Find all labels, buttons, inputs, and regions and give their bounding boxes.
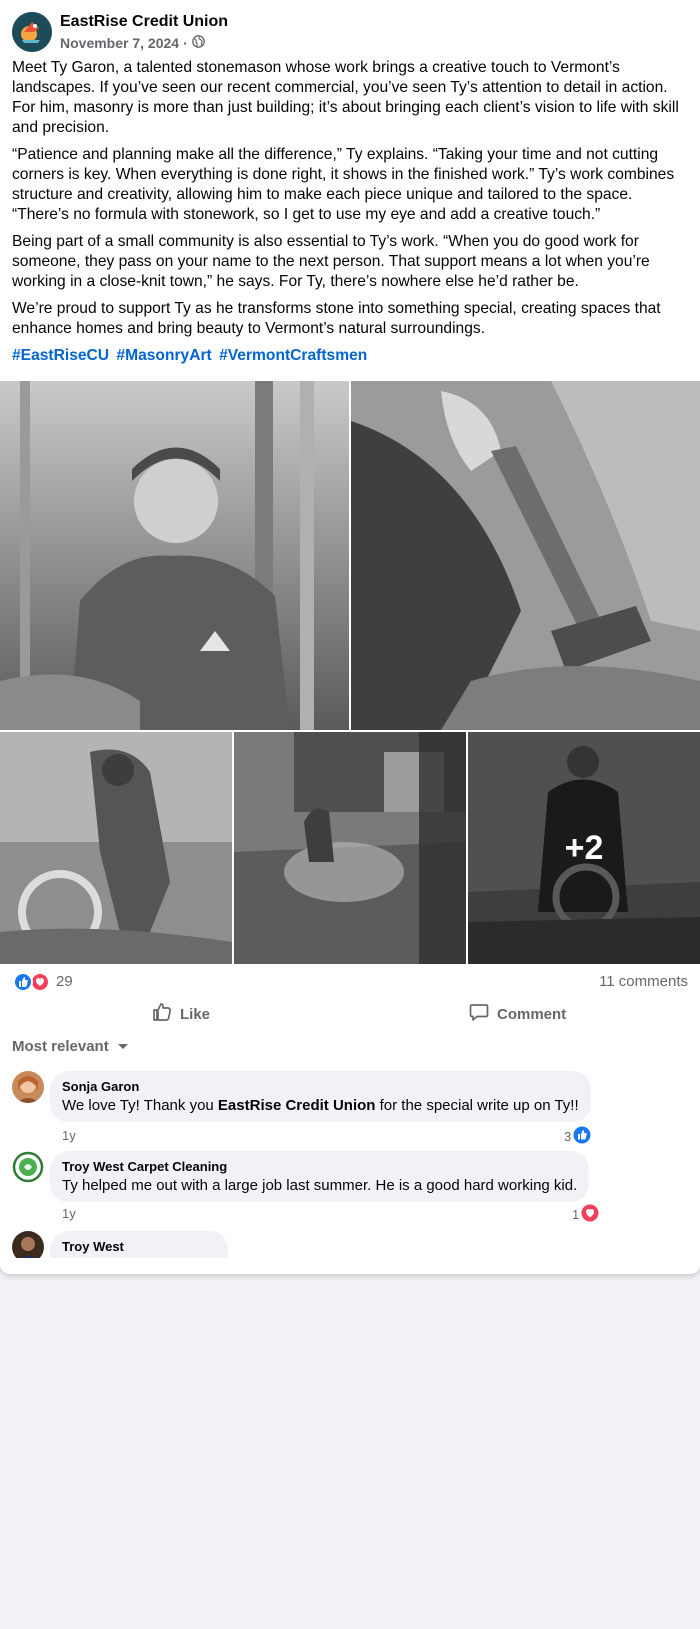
hashtag-link[interactable]: #VermontCraftsmen bbox=[219, 347, 367, 364]
like-icon bbox=[152, 1002, 180, 1026]
commenter-name[interactable]: Troy West Carpet Cleaning bbox=[62, 1159, 577, 1174]
card-bottom-edge bbox=[0, 1258, 700, 1274]
photo-portrait[interactable] bbox=[0, 381, 349, 730]
comment-text-part: for the special write up on Ty!! bbox=[375, 1097, 579, 1114]
post-paragraph: Meet Ty Garon, a talented stonemason who… bbox=[12, 59, 679, 136]
comment-reactions[interactable]: 3 bbox=[564, 1126, 591, 1147]
commenter-name[interactable]: Sonja Garon bbox=[62, 1079, 579, 1094]
comment-item: Troy West Carpet Cleaning Ty helped me o… bbox=[12, 1151, 692, 1223]
hashtag-link[interactable]: #MasonryArt bbox=[116, 347, 211, 364]
comment-item: Sonja Garon We love Ty! Thank you EastRi… bbox=[12, 1071, 692, 1144]
hashtag-link[interactable]: #EastRiseCU bbox=[12, 347, 109, 364]
comments-filter[interactable]: Most relevant bbox=[12, 1038, 129, 1055]
post-body: Meet Ty Garon, a talented stonemason who… bbox=[12, 58, 692, 373]
hashtags: #EastRiseCU #MasonryArt #VermontCraftsme… bbox=[12, 346, 692, 366]
comment-reaction-count: 1 bbox=[572, 1207, 580, 1222]
comment-text-part: We love Ty! Thank you bbox=[62, 1097, 218, 1114]
avatar[interactable] bbox=[12, 1151, 44, 1183]
post-paragraph: Being part of a small community is also … bbox=[12, 233, 650, 290]
avatar[interactable] bbox=[12, 1071, 44, 1103]
comment-icon bbox=[469, 1002, 497, 1026]
commenter-name[interactable]: Troy West bbox=[62, 1239, 216, 1254]
photo-worksite[interactable] bbox=[234, 732, 466, 964]
meta-separator: · bbox=[183, 35, 188, 51]
post-card: EastRise Credit Union November 7, 2024 ·… bbox=[0, 0, 700, 1274]
action-bar: Like Comment bbox=[0, 1000, 700, 1028]
caret-down-icon bbox=[109, 1038, 129, 1055]
like-button[interactable]: Like bbox=[152, 1000, 210, 1028]
comment-text: Ty helped me out with a large job last s… bbox=[62, 1177, 578, 1194]
page-avatar[interactable] bbox=[12, 12, 52, 52]
mention-link[interactable]: EastRise Credit Union bbox=[218, 1097, 376, 1114]
more-photos-count[interactable]: +2 bbox=[468, 732, 700, 964]
page-name[interactable]: EastRise Credit Union bbox=[60, 13, 228, 31]
like-icon bbox=[571, 1126, 591, 1147]
photo-cutting[interactable] bbox=[0, 732, 232, 964]
comment-button[interactable]: Comment bbox=[469, 1000, 566, 1028]
comment-bubble: Troy West Carpet Cleaning Ty helped me o… bbox=[50, 1151, 590, 1202]
comment-time[interactable]: 1y bbox=[62, 1128, 76, 1143]
reactions-bar: 29 11 comments bbox=[12, 970, 688, 994]
comments-filter-label: Most relevant bbox=[12, 1038, 109, 1055]
comment-text: We love Ty! Thank you EastRise Credit Un… bbox=[62, 1097, 579, 1114]
post-date[interactable]: November 7, 2024 bbox=[60, 35, 179, 51]
love-icon bbox=[579, 1204, 599, 1225]
globe-icon bbox=[191, 35, 205, 51]
post-header: EastRise Credit Union November 7, 2024 · bbox=[12, 12, 692, 54]
like-label: Like bbox=[180, 1005, 211, 1023]
comment-bubble: Sonja Garon We love Ty! Thank you EastRi… bbox=[50, 1071, 591, 1122]
photo-grid: +2 bbox=[0, 381, 700, 964]
reaction-count[interactable]: 29 bbox=[56, 973, 73, 990]
comment-reactions[interactable]: 1 bbox=[572, 1204, 599, 1225]
comment-reaction-count: 3 bbox=[564, 1129, 572, 1144]
post-paragraph: We’re proud to support Ty as he transfor… bbox=[12, 300, 661, 337]
post-paragraph: “Patience and planning make all the diff… bbox=[12, 146, 675, 223]
post-meta: November 7, 2024 · bbox=[60, 35, 205, 51]
comment-label: Comment bbox=[497, 1005, 567, 1023]
photo-more[interactable]: +2 bbox=[468, 732, 700, 964]
reaction-icons[interactable] bbox=[12, 972, 52, 992]
comment-time[interactable]: 1y bbox=[62, 1206, 76, 1221]
comment-count[interactable]: 11 comments bbox=[599, 973, 688, 990]
photo-hammer[interactable] bbox=[351, 381, 700, 730]
